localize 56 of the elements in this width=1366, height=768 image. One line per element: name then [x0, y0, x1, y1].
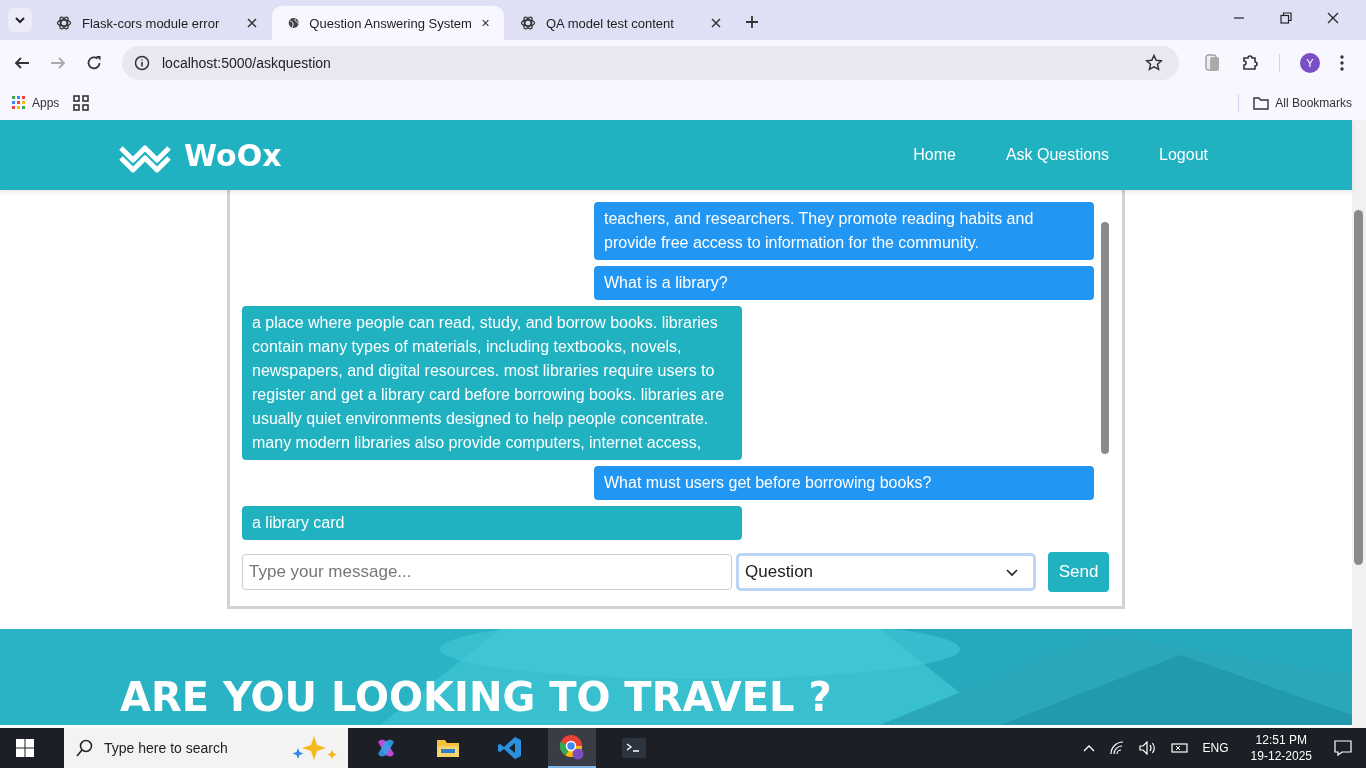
tab-list-button[interactable] — [8, 8, 32, 32]
knot-icon — [520, 15, 536, 31]
brand-name: WoOx — [184, 137, 282, 173]
bot-message: a place where people can read, study, and borrow books. libraries contain many types of materials, including textbooks, novels, newspapers, and digital resources. most libraries require users to register and get a library card before borrowing books. libraries are usually quiet environments designed to help people concentrate. many modern libraries also provide computers, internet access, — [242, 306, 742, 460]
knot-icon — [56, 15, 72, 31]
folder-icon[interactable] — [436, 737, 460, 759]
browser-taskbar-icon[interactable] — [548, 728, 596, 768]
address-bar[interactable]: localhost:5000/askquestion — [122, 46, 1179, 80]
notification-icon[interactable] — [1334, 739, 1352, 757]
profile-avatar[interactable]: Y — [1300, 53, 1320, 73]
terminal-icon[interactable] — [622, 738, 646, 758]
close-icon[interactable] — [1327, 12, 1339, 24]
user-message: What must users get before borrowing books? — [594, 466, 1094, 500]
folder-icon — [1253, 96, 1270, 110]
tab-title: Question Answering System — [309, 15, 472, 31]
clock-date[interactable]: 19-12-2025 — [1250, 748, 1312, 764]
user-message: teachers, and researchers. They promote reading habits and provide free access to information for the community. — [594, 202, 1094, 260]
back-icon[interactable] — [14, 55, 30, 71]
speaker-icon[interactable] — [1138, 741, 1157, 755]
browser-tab[interactable]: QA model test content — [504, 6, 736, 40]
grid-icon[interactable] — [73, 95, 90, 111]
restore-icon[interactable] — [1280, 12, 1292, 24]
sparkle-icon — [290, 734, 340, 762]
message-input[interactable]: Type your message... — [242, 554, 732, 590]
close-icon[interactable] — [711, 18, 721, 28]
globe-icon — [288, 15, 300, 31]
mode-select[interactable]: Question — [736, 553, 1036, 591]
start-icon[interactable] — [16, 739, 34, 757]
bookmark-item[interactable]: Apps — [12, 96, 60, 110]
menu-icon[interactable] — [1340, 55, 1344, 71]
chevron-down-icon — [14, 14, 26, 26]
user-message: What is a library? — [594, 266, 1094, 300]
clock-time[interactable]: 12:51 PM — [1255, 732, 1307, 748]
battery-icon[interactable] — [1170, 741, 1189, 755]
chevron-up-icon[interactable] — [1082, 744, 1095, 752]
all-bookmarks-button[interactable]: All Bookmarks — [1253, 96, 1352, 110]
taskbar-search[interactable]: Type here to search — [64, 728, 348, 768]
tab-title: QA model test content — [546, 15, 675, 31]
search-icon — [76, 739, 94, 757]
close-icon[interactable] — [481, 18, 489, 28]
browser-tab[interactable]: Flask-cors module error — [40, 6, 272, 40]
new-tab-icon[interactable] — [746, 16, 758, 28]
close-icon[interactable] — [247, 18, 257, 28]
language-indicator[interactable]: ENG — [1202, 741, 1229, 755]
browser-tab[interactable]: Question Answering System — [272, 6, 504, 40]
page-scrollbar[interactable] — [1352, 120, 1366, 728]
info-icon[interactable] — [134, 55, 150, 71]
wifi-icon[interactable] — [1108, 741, 1125, 755]
apps-grid-icon — [12, 96, 26, 110]
bot-message: a library card — [242, 506, 742, 540]
tab-title: Flask-cors module error — [82, 15, 221, 31]
puzzle-icon[interactable] — [1241, 54, 1259, 72]
star-icon[interactable] — [1145, 54, 1163, 72]
code-editor-icon[interactable] — [498, 736, 522, 760]
banner-heading: ARE YOU LOOKING TO TRAVEL ? — [120, 675, 832, 719]
reload-icon[interactable] — [86, 55, 102, 71]
